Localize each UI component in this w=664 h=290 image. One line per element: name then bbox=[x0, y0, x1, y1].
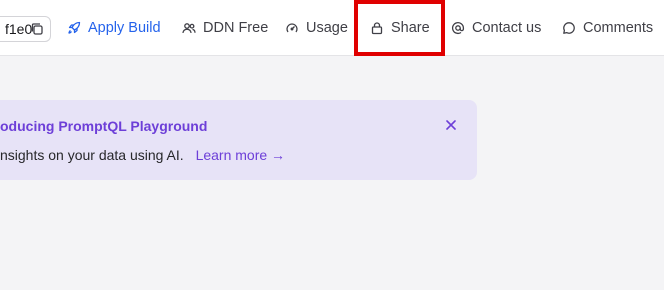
lock-icon bbox=[371, 22, 383, 35]
project-id-text: f1e0 bbox=[5, 21, 33, 37]
top-toolbar: f1e0 Apply Build DDN Free Usage Share Co… bbox=[0, 0, 664, 56]
banner-text: nsights on your data using AI. bbox=[0, 147, 184, 163]
copy-icon[interactable] bbox=[30, 22, 44, 36]
banner-title: oducing PromptQL Playground bbox=[0, 118, 208, 134]
promo-banner: oducing PromptQL Playground nsights on y… bbox=[0, 100, 477, 180]
usage-button[interactable]: Usage bbox=[285, 0, 348, 56]
chat-bubble-icon bbox=[563, 22, 575, 34]
at-sign-icon bbox=[451, 22, 465, 35]
apply-build-button[interactable]: Apply Build bbox=[67, 0, 161, 56]
comments-label: Comments bbox=[583, 20, 654, 36]
usage-label: Usage bbox=[306, 20, 348, 36]
rocket-icon bbox=[68, 21, 81, 34]
project-id-chip[interactable]: f1e0 bbox=[0, 16, 51, 42]
users-icon bbox=[182, 23, 196, 34]
contact-us-label: Contact us bbox=[472, 20, 542, 36]
ddn-free-button[interactable]: DDN Free bbox=[182, 0, 268, 56]
share-button[interactable]: Share bbox=[370, 0, 430, 56]
ddn-free-label: DDN Free bbox=[203, 20, 269, 36]
gauge-icon bbox=[286, 23, 298, 33]
learn-more-link[interactable]: Learn more → bbox=[196, 147, 285, 163]
close-icon[interactable] bbox=[444, 118, 458, 132]
comments-button[interactable]: Comments bbox=[562, 0, 653, 56]
contact-us-button[interactable]: Contact us bbox=[451, 0, 541, 56]
share-label: Share bbox=[391, 20, 430, 36]
banner-body: nsights on your data using AI. Learn mor… bbox=[0, 147, 285, 163]
apply-build-label: Apply Build bbox=[88, 20, 161, 36]
